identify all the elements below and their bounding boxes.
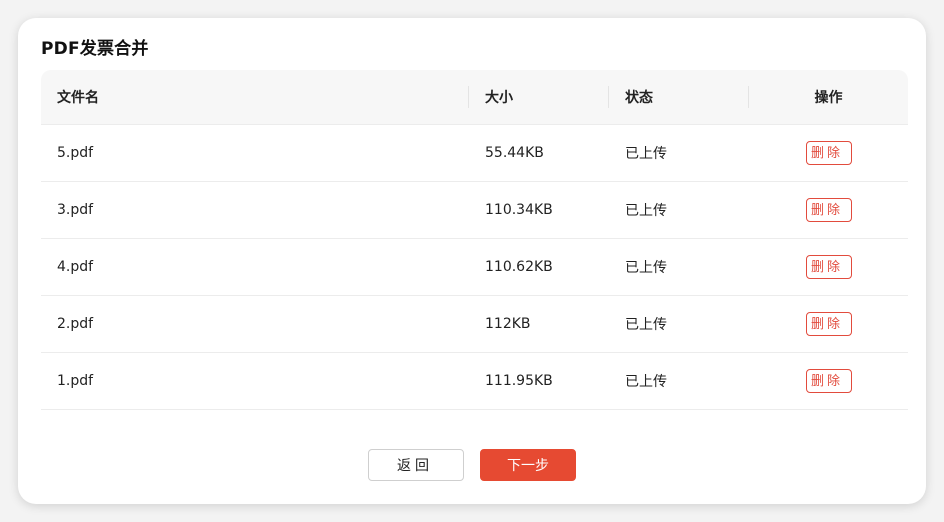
cell-status: 已上传 [625,203,667,219]
cell-filename: 1.pdf [57,373,94,389]
next-step-button[interactable]: 下一步 [480,449,576,481]
delete-button[interactable]: 删除 [805,141,852,165]
table-row: 5.pdf 55.44KB 已上传 删除 [41,125,908,182]
file-table: 文件名 大小 状态 操作 5.pdf 55.44KB 已上传 删除 3.pdf … [41,70,908,410]
pdf-merge-dialog: PDF发票合并 文件名 大小 状态 操作 5.pdf 55.44KB 已上传 删… [18,18,926,504]
table-header: 文件名 大小 状态 操作 [41,70,908,125]
cell-filename: 2.pdf [57,316,94,332]
screen: PDF发票合并 文件名 大小 状态 操作 5.pdf 55.44KB 已上传 删… [0,0,944,522]
cell-action: 删除 [749,239,908,295]
delete-button[interactable]: 删除 [805,255,852,279]
cell-size: 110.34KB [485,202,553,218]
back-button[interactable]: 返回 [368,449,464,481]
cell-status: 已上传 [625,260,667,276]
table-row: 4.pdf 110.62KB 已上传 删除 [41,239,908,296]
cell-size: 55.44KB [485,145,544,161]
cell-status: 已上传 [625,374,667,390]
cell-action: 删除 [749,182,908,238]
cell-action: 删除 [749,125,908,181]
cell-size: 111.95KB [485,373,553,389]
cell-status: 已上传 [625,146,667,162]
cell-filename: 4.pdf [57,259,94,275]
header-status: 状态 [609,70,749,124]
dialog-title: PDF发票合并 [41,39,149,59]
header-filename: 文件名 [41,70,469,124]
cell-status: 已上传 [625,317,667,333]
cell-action: 删除 [749,353,908,409]
table-row: 2.pdf 112KB 已上传 删除 [41,296,908,353]
delete-button[interactable]: 删除 [805,198,852,222]
cell-action: 删除 [749,296,908,352]
header-size: 大小 [469,70,609,124]
cell-filename: 5.pdf [57,145,94,161]
table-row: 1.pdf 111.95KB 已上传 删除 [41,353,908,410]
table-row: 3.pdf 110.34KB 已上传 删除 [41,182,908,239]
delete-button[interactable]: 删除 [805,369,852,393]
cell-filename: 3.pdf [57,202,94,218]
cell-size: 110.62KB [485,259,553,275]
cell-size: 112KB [485,316,531,332]
header-action: 操作 [814,90,843,106]
dialog-footer: 返回 下一步 [18,449,926,481]
delete-button[interactable]: 删除 [805,312,852,336]
